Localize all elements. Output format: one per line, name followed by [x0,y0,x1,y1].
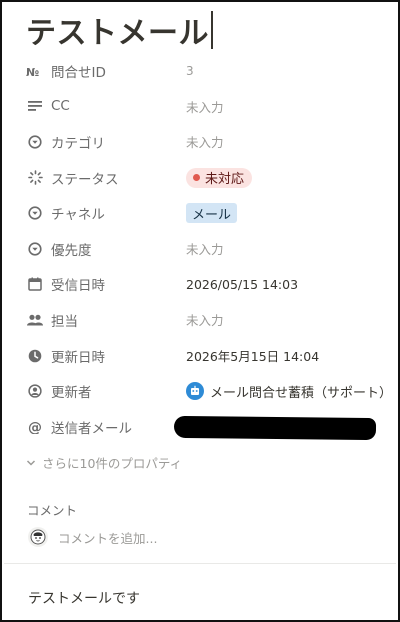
property-label: 担当 [51,313,78,330]
property-label: 問合せID [51,64,106,81]
people-icon [26,311,44,329]
property-row-updated-by[interactable]: 更新者 メール問合せ蓄積（サポート） [2,373,400,409]
clock-icon [26,347,44,365]
property-label: カテゴリ [51,135,105,152]
property-value[interactable]: 未入力 [186,132,224,151]
properties-list: № 問合せID 3 CC 未入力 カテゴリ 未入力 ステータス 未対応 チャネル… [2,53,400,445]
property-row-assignee[interactable]: 担当 未入力 [2,302,400,338]
property-row-updated-at[interactable]: 更新日時 2026年5月15日 14:04 [2,338,400,374]
more-properties-toggle[interactable]: さらに10件のプロパティ [26,453,182,472]
property-row-channel[interactable]: チャネル メール [2,195,400,231]
property-row-sender-email[interactable]: @ 送信者メール [2,409,400,445]
page-title[interactable]: テストメール [26,8,209,52]
status-badge[interactable]: 未対応 [186,167,253,188]
more-properties-label: さらに10件のプロパティ [42,456,183,471]
person-circle-icon [26,382,44,400]
property-label: ステータス [51,171,119,188]
property-row-cc[interactable]: CC 未入力 [2,89,400,125]
svg-text:@: @ [28,420,42,434]
page-frame: テストメール № 問合せID 3 CC 未入力 カテゴリ 未入力 ステータス 未… [0,0,400,622]
property-label: 優先度 [51,242,92,259]
bot-avatar-icon [186,382,204,401]
select-circle-icon [26,240,44,258]
property-label: 更新者 [51,385,92,402]
property-label: 更新日時 [51,349,105,366]
status-badge-label: 未対応 [205,172,245,188]
text-lines-icon [26,97,44,115]
property-row-inquiry-id[interactable]: № 問合せID 3 [2,53,400,89]
property-label: 送信者メール [51,420,132,437]
status-dot-icon [193,174,200,182]
text-caret [211,11,213,49]
property-value[interactable]: 未入力 [186,239,224,258]
page-title-row[interactable]: テストメール [26,8,213,52]
select-circle-icon [26,133,44,151]
updater-user[interactable]: メール問合せ蓄積（サポート） [186,382,392,401]
property-label: チャネル [51,207,105,224]
redacted-email-value [173,415,377,440]
page-body-text[interactable]: テストメールです [28,588,140,608]
at-sign-icon: @ [26,418,44,436]
property-value[interactable]: 2026/05/15 14:03 [186,277,298,292]
property-label: CC [51,98,70,115]
chevron-down-icon [26,455,36,470]
property-value[interactable]: 未入力 [186,97,224,116]
property-row-received-at[interactable]: 受信日時 2026/05/15 14:03 [2,267,400,303]
property-row-status[interactable]: ステータス 未対応 [2,160,400,196]
property-label: 受信日時 [51,278,105,295]
calendar-icon [26,275,44,293]
property-row-category[interactable]: カテゴリ 未入力 [2,124,400,160]
comments-header: コメント [27,503,78,518]
user-avatar-icon [28,527,48,547]
property-value[interactable]: 2026年5月15日 14:04 [186,346,319,365]
updater-name: メール問合せ蓄積（サポート） [210,385,393,401]
channel-tag[interactable]: メール [186,203,238,224]
number-icon: № [26,62,44,80]
property-value[interactable]: メール問合せ蓄積（サポート） [186,382,392,401]
status-spinner-icon [26,169,44,187]
property-value[interactable]: 未対応 [186,167,253,188]
property-value[interactable]: 3 [186,64,194,78]
property-row-priority[interactable]: 優先度 未入力 [2,231,400,267]
section-divider [4,563,396,564]
property-value[interactable]: メール [186,203,238,224]
svg-text:№: № [26,66,39,77]
comment-input-placeholder[interactable]: コメントを追加... [58,528,157,547]
property-value[interactable]: 未入力 [186,310,224,329]
select-circle-icon [26,204,44,222]
comment-input-row[interactable]: コメントを追加... [28,527,157,547]
